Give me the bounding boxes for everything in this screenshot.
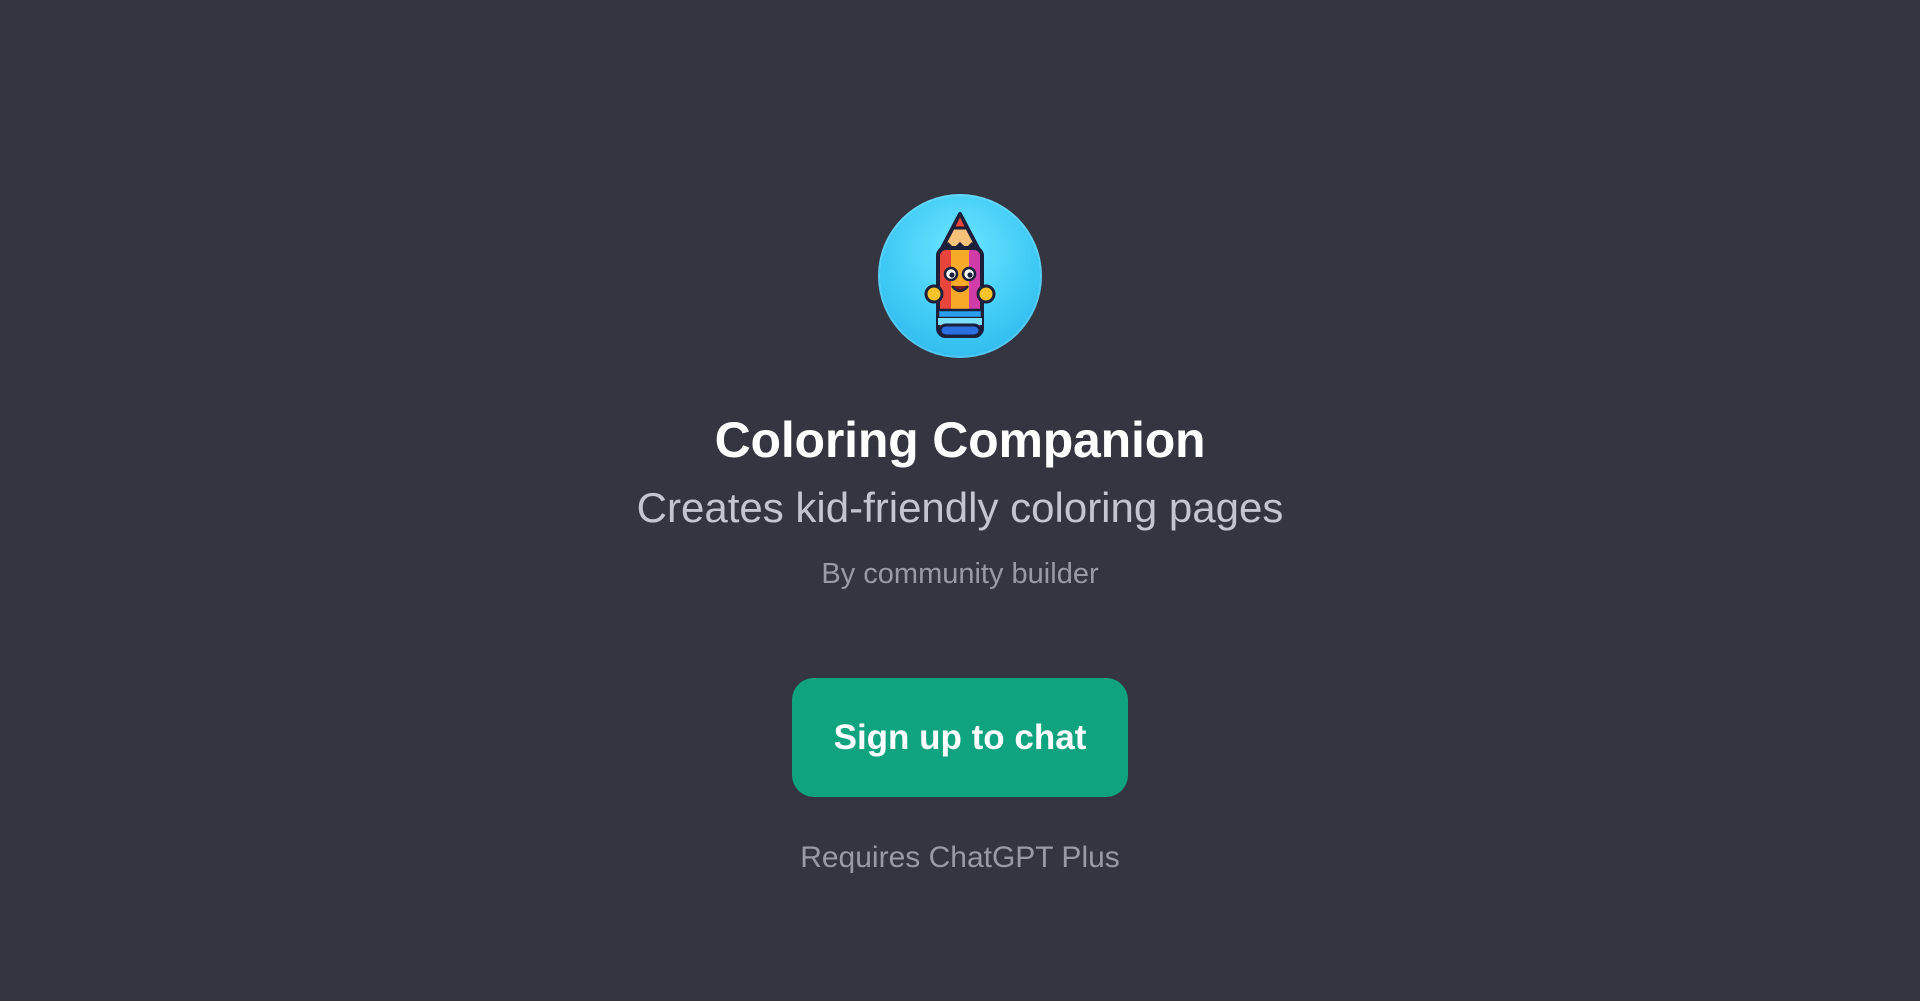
requirement-note: Requires ChatGPT Plus (800, 841, 1120, 874)
gpt-landing-page: Coloring Companion Creates kid-friendly … (0, 0, 1920, 1001)
gpt-description: Creates kid-friendly coloring pages (636, 484, 1284, 531)
gpt-author: By community builder (821, 558, 1099, 590)
gpt-title: Coloring Companion (714, 412, 1206, 468)
pencil-character-icon (924, 212, 996, 338)
sign-up-to-chat-button[interactable]: Sign up to chat (792, 678, 1128, 797)
gpt-avatar (878, 194, 1042, 358)
